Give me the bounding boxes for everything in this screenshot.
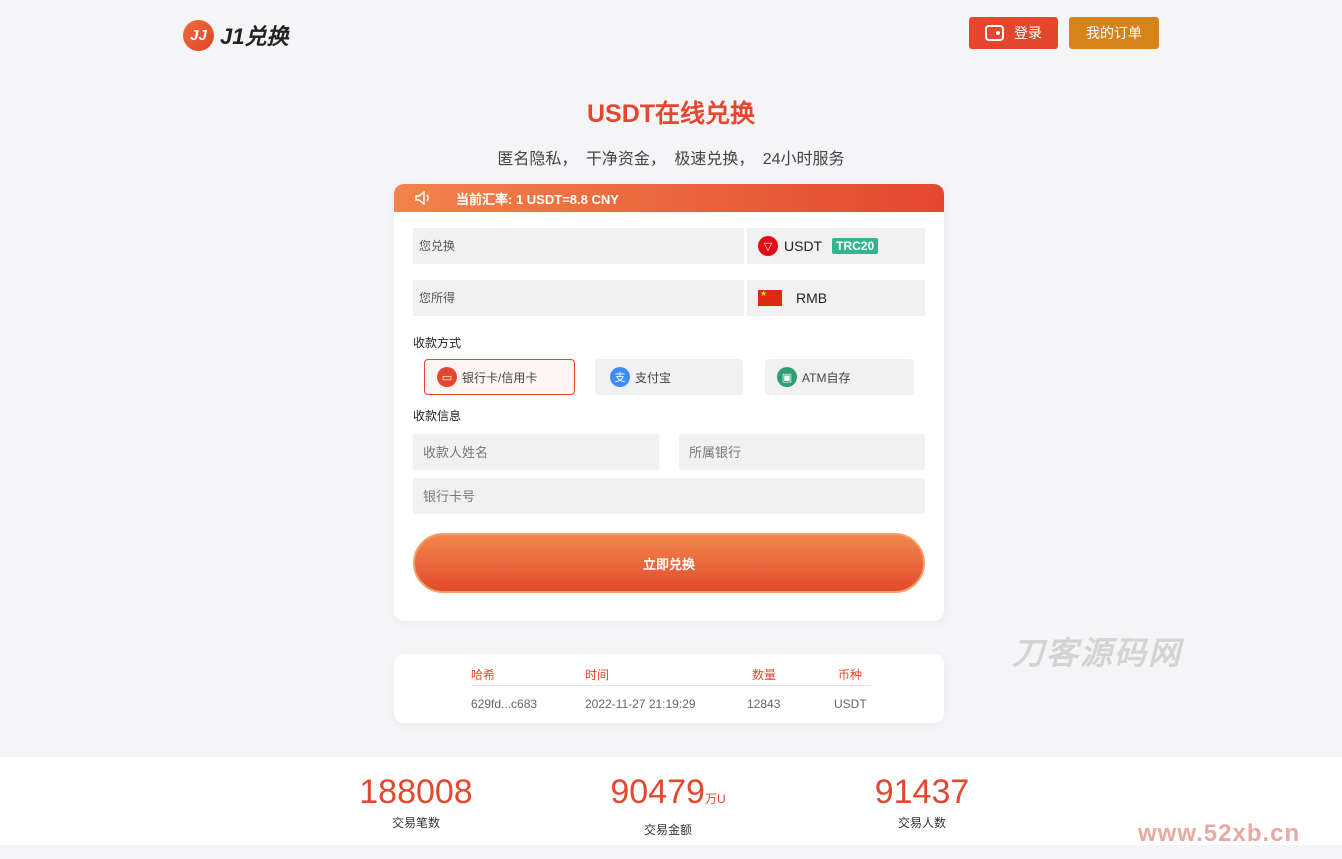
payment-method-label: 收款方式 — [413, 336, 462, 350]
stat-unit: 万U — [704, 792, 726, 806]
exchange-rate-text: 当前汇率: 1 USDT=8.8 CNY — [456, 191, 619, 207]
payment-option-alipay[interactable]: 支 支付宝 — [595, 359, 743, 395]
receive-currency-selector[interactable]: RMB — [747, 280, 925, 316]
watermark-site-url: www.52xb.cn — [1138, 820, 1301, 847]
tx-hash: 629fd...c683 — [471, 697, 538, 711]
page-title: USDT在线兑换 — [586, 100, 756, 128]
column-header-amount: 数量 — [752, 668, 777, 682]
login-label: 登录 — [1014, 25, 1042, 41]
send-currency-selector[interactable]: ▽ USDT TRC20 — [747, 228, 925, 264]
login-button[interactable]: 登录 — [969, 17, 1058, 49]
stat-label: 交易笔数 — [391, 816, 440, 830]
payment-option-label: 银行卡/信用卡 — [462, 370, 538, 385]
tx-time: 2022-11-27 21:19:29 — [585, 697, 696, 711]
stat-value: 188008 — [359, 773, 473, 811]
exchange-now-button[interactable]: 立即兑换 — [413, 533, 925, 593]
atm-icon: ▣ — [777, 367, 797, 387]
transactions-table: 哈希 时间 数量 币种 629fd...c683 2022-11-27 21:1… — [394, 654, 944, 723]
payment-option-bank-card[interactable]: ▭ 银行卡/信用卡 — [424, 359, 575, 395]
logo-icon: JJ — [183, 19, 214, 51]
network-badge: TRC20 — [832, 238, 879, 254]
payee-info-label: 收款信息 — [413, 409, 462, 423]
china-flag-icon — [758, 289, 782, 306]
send-row: 您兑换 ▽ USDT TRC20 — [413, 228, 925, 264]
stat-value: 90479 — [610, 773, 705, 811]
watermark-site-name: 刀客源码网 — [1012, 635, 1183, 671]
column-header-currency: 币种 — [838, 668, 863, 682]
stat-transaction-count: 188008 交易笔数 — [356, 774, 476, 831]
exchange-rate-bar: 当前汇率: 1 USDT=8.8 CNY — [394, 184, 944, 212]
send-currency: USDT — [784, 238, 823, 254]
exchange-card: 当前汇率: 1 USDT=8.8 CNY 您兑换 ▽ USDT TRC20 您所… — [394, 184, 944, 621]
tron-icon: ▽ — [758, 236, 778, 256]
receive-currency: RMB — [796, 290, 828, 306]
tx-currency: USDT — [834, 697, 867, 711]
tx-amount: 12843 — [747, 697, 781, 711]
column-header-time: 时间 — [585, 668, 610, 682]
column-header-hash: 哈希 — [471, 668, 496, 682]
wallet-icon — [985, 25, 1004, 41]
speaker-icon — [415, 191, 429, 205]
payment-option-label: 支付宝 — [635, 370, 672, 385]
stat-value: 91437 — [874, 773, 970, 811]
payee-name-input[interactable] — [413, 434, 659, 470]
logo[interactable]: JJ J1兑换 — [183, 19, 288, 51]
page-subtitle: 匿名隐私， 干净资金， 极速兑换， 24小时服务 — [497, 151, 845, 168]
stat-label: 交易人数 — [897, 816, 946, 830]
send-amount-input[interactable]: 您兑换 — [413, 228, 744, 264]
bank-card-icon: ▭ — [437, 367, 457, 387]
bank-name-input[interactable] — [679, 434, 925, 470]
payment-option-label: ATM自存 — [802, 370, 851, 385]
receive-row: 您所得 RMB — [413, 280, 925, 316]
alipay-icon: 支 — [610, 367, 630, 387]
receive-amount-field[interactable]: 您所得 — [413, 280, 744, 316]
stat-label: 交易金额 — [643, 823, 692, 837]
payment-option-atm[interactable]: ▣ ATM自存 — [765, 359, 914, 395]
logo-text: J1兑换 — [220, 24, 289, 49]
my-orders-button[interactable]: 我的订单 — [1069, 17, 1159, 49]
table-header: 哈希 时间 数量 币种 — [471, 666, 871, 686]
card-number-input[interactable] — [413, 478, 925, 514]
stat-transaction-volume: 90479万U 交易金额 — [606, 774, 730, 838]
stat-user-count: 91437 交易人数 — [870, 774, 974, 831]
